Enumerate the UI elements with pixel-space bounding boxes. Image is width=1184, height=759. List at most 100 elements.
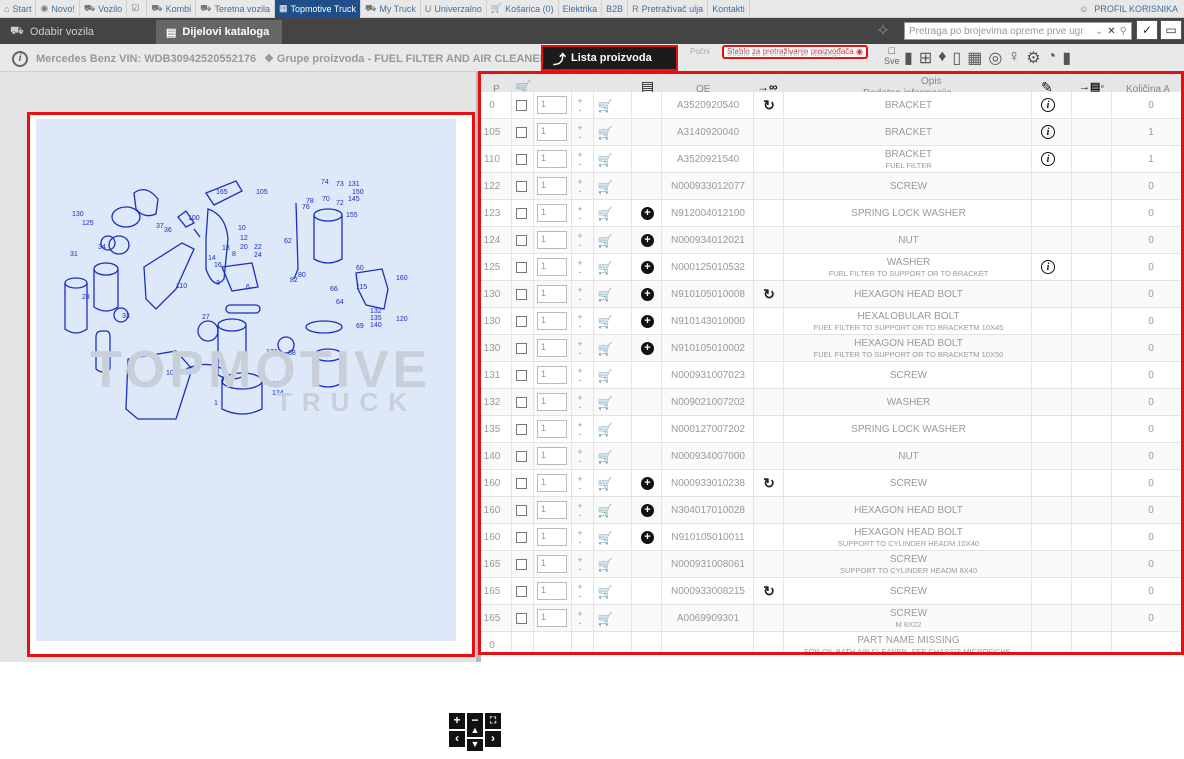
row-checkbox[interactable] xyxy=(516,586,527,597)
minus-icon[interactable]: - xyxy=(579,294,582,304)
expand-plus-icon[interactable]: + xyxy=(641,234,654,247)
zoom-in-icon[interactable]: + xyxy=(449,713,465,729)
nav-item[interactable]: U Univerzalno xyxy=(421,0,487,18)
pan-up-icon[interactable]: ▲ xyxy=(467,725,483,737)
minus-icon[interactable]: - xyxy=(579,618,582,628)
minus-icon[interactable]: - xyxy=(579,159,582,169)
diagram-callout[interactable]: 135 xyxy=(370,315,382,322)
nav-item[interactable]: ⛟ Kombi xyxy=(147,0,197,18)
row-checkbox[interactable] xyxy=(516,100,527,111)
quantity-stepper[interactable]: + - xyxy=(576,119,584,146)
diagram-callout[interactable]: 27 xyxy=(202,314,210,321)
add-to-cart-icon[interactable]: 🛒 xyxy=(597,227,613,254)
oe-number[interactable]: N910143010000 xyxy=(667,308,749,335)
quantity-input[interactable]: 1 xyxy=(537,312,567,330)
print-icon[interactable]: ▭ xyxy=(1160,20,1182,40)
table-row[interactable]: 165 1 + - 🛒 A0069909301 SCREW M 8X22 0 xyxy=(481,605,1181,632)
diagram-callout[interactable]: 16 xyxy=(214,262,222,269)
pan-left-icon[interactable]: ‹ xyxy=(449,731,465,747)
quantity-input[interactable]: 1 xyxy=(537,96,567,114)
add-to-cart-icon[interactable]: 🛒 xyxy=(597,146,613,173)
oe-number[interactable]: N000934012021 xyxy=(667,227,749,254)
diagram-callout[interactable]: 31 xyxy=(70,251,78,258)
shock-absorber-icon[interactable]: ▯ xyxy=(952,48,961,68)
tab-odabir-vozila[interactable]: ⛟ Odabir vozila xyxy=(0,20,147,44)
expand-plus-icon[interactable]: + xyxy=(641,477,654,490)
nav-item[interactable]: ⛟ Teretna vozila xyxy=(196,0,275,18)
minus-icon[interactable]: - xyxy=(579,267,582,277)
add-to-cart-icon[interactable]: 🛒 xyxy=(597,443,613,470)
diagram-callout[interactable]: 6 xyxy=(246,284,250,291)
oe-number[interactable]: A0069909301 xyxy=(667,605,749,632)
quantity-input[interactable]: 1 xyxy=(537,204,567,222)
diagram-callout[interactable]: 80 xyxy=(298,272,306,279)
quantity-stepper[interactable]: + - xyxy=(576,146,584,173)
diagram-callout[interactable]: 100 xyxy=(188,215,200,222)
quantity-stepper[interactable]: + - xyxy=(576,551,584,578)
table-row[interactable]: 130 1 + - 🛒 + N910105010008 ↻ HEXAGON HEAD BOLT 0 xyxy=(481,281,1181,308)
table-row[interactable]: 165 1 + - 🛒 N000933008215 ↻ SCREW 0 xyxy=(481,578,1181,605)
radiator-icon[interactable]: ▦ xyxy=(967,48,982,68)
quantity-stepper[interactable]: + - xyxy=(576,200,584,227)
table-row[interactable]: 125 1 + - 🛒 + N000125010532 WASHER FUEL FILTER T… xyxy=(481,254,1181,281)
add-to-cart-icon[interactable]: 🛒 xyxy=(597,470,613,497)
quantity-stepper[interactable]: + - xyxy=(576,335,584,362)
quantity-stepper[interactable]: + - xyxy=(576,173,584,200)
row-checkbox[interactable] xyxy=(516,343,527,354)
minus-icon[interactable]: - xyxy=(579,510,582,520)
table-row[interactable]: 135 1 + - 🛒 N000127007202 SPRING LOCK WASHER 0 xyxy=(481,416,1181,443)
diagram-callout[interactable]: 73 xyxy=(336,181,344,188)
add-to-cart-icon[interactable]: 🛒 xyxy=(597,281,613,308)
minus-icon[interactable]: - xyxy=(579,429,582,439)
chevron-down-icon[interactable]: ⌄ xyxy=(1095,26,1103,37)
table-row[interactable]: 123 1 + - 🛒 + N912004012100 SPRING LOCK WASHER 0 xyxy=(481,200,1181,227)
quantity-stepper[interactable]: + - xyxy=(576,416,584,443)
table-row[interactable]: 160 1 + - 🛒 + N000933010238 ↻ SCREW 0 xyxy=(481,470,1181,497)
row-checkbox[interactable] xyxy=(516,316,527,327)
pump-icon[interactable]: ▮ xyxy=(1062,48,1071,68)
expand-plus-icon[interactable]: + xyxy=(641,315,654,328)
diagram-callout[interactable]: 131 xyxy=(348,181,360,188)
info-icon[interactable]: i xyxy=(1041,260,1055,274)
checkmark-icon[interactable]: ✓ xyxy=(1136,20,1158,40)
quantity-stepper[interactable]: + - xyxy=(576,362,584,389)
close-icon[interactable]: ✕ xyxy=(1107,26,1115,37)
diagram-callout[interactable]: 8 xyxy=(232,251,236,258)
oe-number[interactable]: A3520920540 xyxy=(667,92,749,119)
info-icon[interactable]: i xyxy=(1041,125,1055,139)
fit-icon[interactable]: ⛶ xyxy=(485,713,501,729)
add-to-cart-icon[interactable]: 🛒 xyxy=(597,416,613,443)
diagram-callout[interactable]: 110 xyxy=(176,283,187,290)
expand-plus-icon[interactable]: + xyxy=(641,261,654,274)
nav-item[interactable]: ☑ xyxy=(127,0,148,18)
turbo-icon[interactable]: ◎ xyxy=(988,48,1002,68)
quantity-stepper[interactable]: + - xyxy=(576,308,584,335)
quantity-input[interactable]: 1 xyxy=(537,582,567,600)
diagram-callout[interactable]: 145 xyxy=(348,196,360,203)
row-checkbox[interactable] xyxy=(516,154,527,165)
diagram-callout[interactable]: 64 xyxy=(336,299,344,306)
row-checkbox[interactable] xyxy=(516,235,527,246)
table-row[interactable]: 122 1 + - 🛒 N000933012077 SCREW 0 xyxy=(481,173,1181,200)
compass-icon[interactable]: ✧ xyxy=(872,21,894,41)
col-opis[interactable]: Opis xyxy=(921,76,942,87)
nav-item[interactable]: 🛒 Košarica (0) xyxy=(487,0,559,18)
row-checkbox[interactable] xyxy=(516,532,527,543)
oe-number[interactable]: N009021007202 xyxy=(667,389,749,416)
add-to-cart-icon[interactable]: 🛒 xyxy=(597,524,613,551)
row-checkbox[interactable] xyxy=(516,424,527,435)
diagram-callout[interactable]: 132 xyxy=(370,308,382,315)
pan-right-icon[interactable]: › xyxy=(485,731,501,747)
quantity-stepper[interactable]: + - xyxy=(576,227,584,254)
oe-number[interactable]: N000125010532 xyxy=(667,254,749,281)
quantity-input[interactable]: 1 xyxy=(537,420,567,438)
add-to-cart-icon[interactable]: 🛒 xyxy=(597,605,613,632)
quantity-stepper[interactable]: + - xyxy=(576,281,584,308)
minus-icon[interactable]: - xyxy=(579,240,582,250)
diagram-callout[interactable]: 74 xyxy=(321,179,329,186)
minus-icon[interactable]: - xyxy=(579,456,582,466)
table-row[interactable]: 140 1 + - 🛒 N000934007000 NUT 0 xyxy=(481,443,1181,470)
minus-icon[interactable]: - xyxy=(579,375,582,385)
nav-item[interactable]: ▦ Topmotive Truck xyxy=(274,0,362,18)
info-icon[interactable]: i xyxy=(1041,152,1055,166)
